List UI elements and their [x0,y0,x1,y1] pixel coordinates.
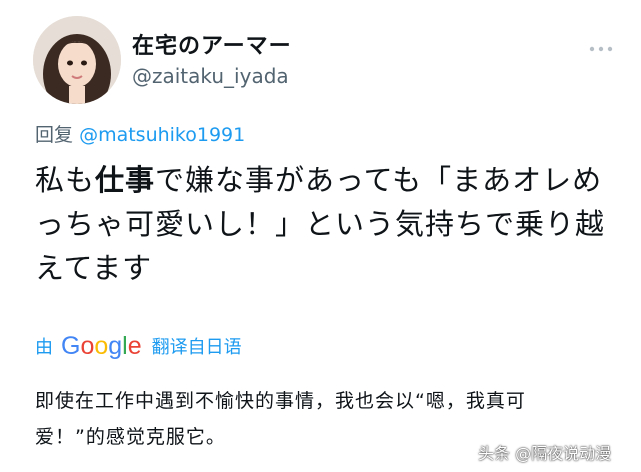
watermark: 头条 @隔夜说动漫 [478,444,612,463]
author-display-name[interactable]: 在宅のアーマー [132,28,292,60]
reply-mention-link[interactable]: @matsuhiko1991 [79,124,245,146]
avatar[interactable] [33,16,121,104]
translation-attribution[interactable]: 由 Google 翻译自日语 [35,331,242,361]
reply-prefix: 回复 [35,124,74,146]
tweet-text-emphasis: 仕事 [95,163,156,197]
tweet-text-part1: 私も [35,163,96,197]
more-icon[interactable] [586,40,616,52]
google-logo: Google [61,331,142,360]
translation-by-label: 由 [35,337,53,358]
author-handle[interactable]: @zaitaku_iyada [132,64,289,88]
reply-context: 回复 @matsuhiko1991 [35,120,245,147]
translation-source-label[interactable]: 翻译自日语 [152,333,242,359]
avatar-photo-icon [33,16,121,104]
tweet-text: 私も仕事で嫌な事があっても「まあオレめっちゃ可愛いし！」という気持ちで乗り越えて… [35,158,625,290]
